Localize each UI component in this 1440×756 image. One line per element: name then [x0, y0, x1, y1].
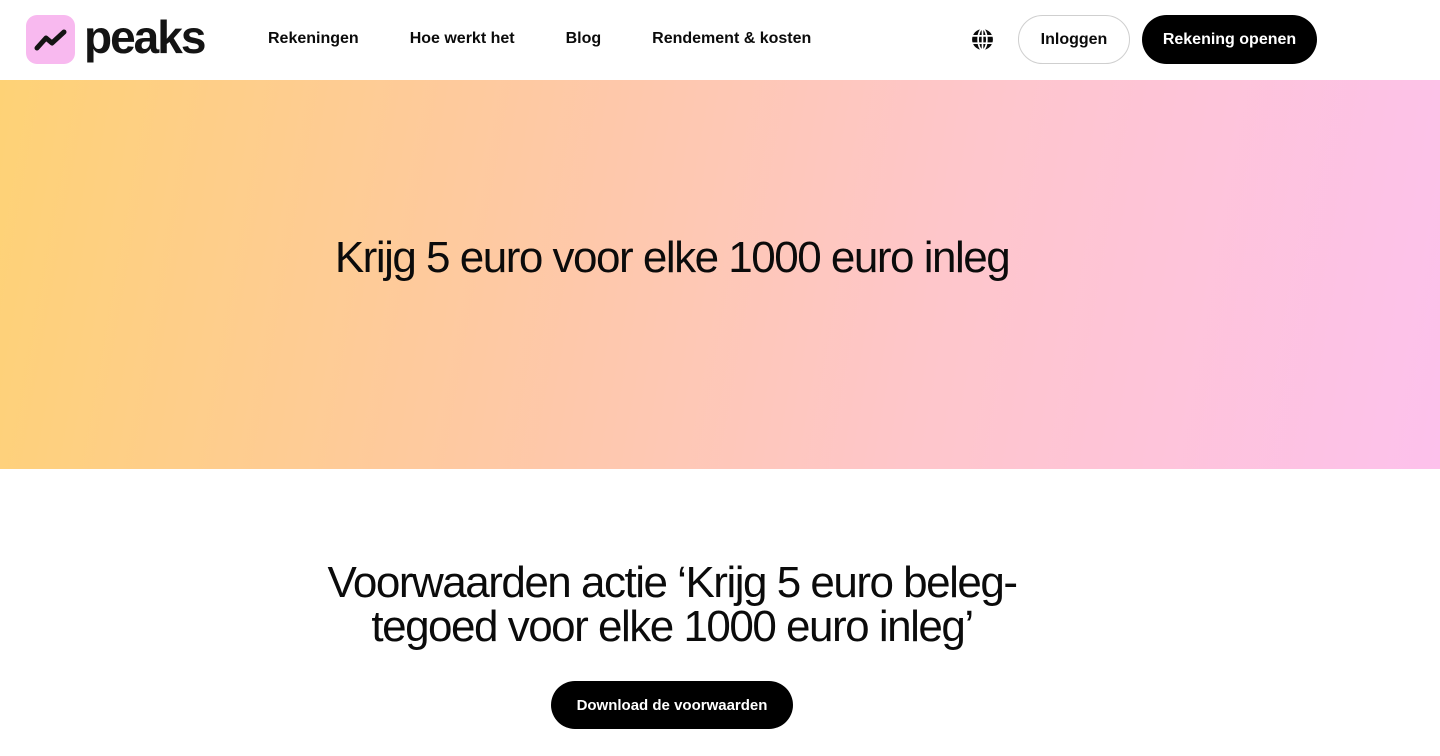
hero-title: Krijg 5 euro voor elke 1000 euro inleg: [334, 233, 1011, 282]
peaks-logo[interactable]: peaks: [26, 10, 206, 64]
logo-wordmark: peaks: [84, 10, 206, 63]
nav-link-rendement-kosten[interactable]: Rendement & kosten: [652, 29, 811, 49]
language-button[interactable]: [970, 27, 995, 52]
terms-title: Voorwaarden actie ‘Krijg 5 euro beleg-te…: [327, 558, 1018, 651]
navbar: peaks Rekeningen Hoe werkt het Blog Rend…: [0, 0, 1440, 80]
hero-banner: Krijg 5 euro voor elke 1000 euro inleg: [0, 80, 1440, 469]
download-terms-button[interactable]: Download de voorwaarden: [551, 681, 793, 729]
trend-line-icon: [26, 15, 75, 64]
open-account-button[interactable]: Rekening openen: [1142, 15, 1317, 64]
nav-link-blog[interactable]: Blog: [566, 29, 602, 49]
login-button[interactable]: Inloggen: [1018, 15, 1130, 64]
main-navigation: Rekeningen Hoe werkt het Blog Rendement …: [268, 29, 811, 49]
globe-icon: [972, 28, 993, 51]
nav-link-rekeningen[interactable]: Rekeningen: [268, 29, 359, 49]
nav-link-hoe-werkt-het[interactable]: Hoe werkt het: [410, 29, 515, 49]
